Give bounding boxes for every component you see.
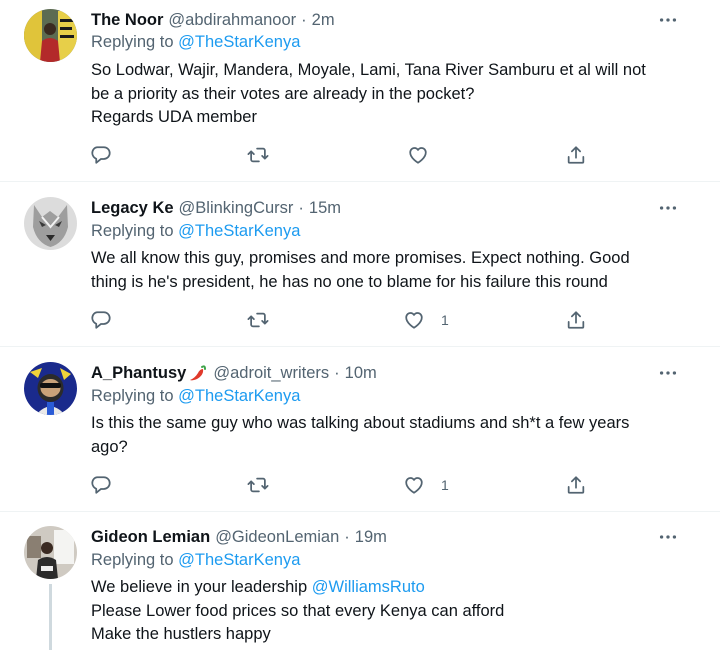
tweet-actions [90,143,590,167]
like-button[interactable] [407,143,445,167]
replying-to-label: Replying to [91,222,179,240]
user-handle[interactable]: @abdirahmanoor [168,11,296,30]
retweet-button[interactable] [247,473,269,497]
thread-connector-line [49,584,52,650]
replying-to: Replying to @TheStarKenya [91,387,300,409]
retweet-button[interactable] [247,308,269,332]
avatar[interactable] [24,9,77,62]
more-options-button[interactable] [656,362,680,384]
timestamp[interactable]: 19m [355,528,387,547]
user-handle[interactable]: @adroit_writers [213,364,329,383]
like-icon [407,144,429,166]
display-name[interactable]: A_Phantusy [91,364,186,383]
avatar[interactable] [24,526,77,579]
like-button[interactable]: 1 [403,308,449,332]
more-options-button[interactable] [656,197,680,219]
replying-to-label: Replying to [91,551,179,569]
replying-to-link[interactable]: @TheStarKenya [178,387,300,405]
like-count: 1 [441,477,449,493]
replying-to-link[interactable]: @TheStarKenya [178,222,300,240]
tweet-text-line: thing is he's president, he has no one t… [91,272,608,291]
more-horizontal-icon [657,9,679,31]
replying-to-link[interactable]: @TheStarKenya [178,33,300,51]
retweet-button[interactable] [247,143,269,167]
display-name[interactable]: The Noor [91,11,163,30]
more-options-button[interactable] [656,9,680,31]
reply-icon [90,474,112,496]
display-name[interactable]: Legacy Ke [91,199,174,218]
tweet[interactable]: Legacy Ke @BlinkingCursr · 15m Replying … [0,182,720,347]
replying-to: Replying to @TheStarKenya [91,551,300,573]
share-icon [565,309,587,331]
more-options-button[interactable] [656,526,680,548]
timestamp[interactable]: 2m [312,11,335,30]
replying-to-label: Replying to [91,33,179,51]
chili-pepper-emoji [190,365,207,381]
more-horizontal-icon [657,197,679,219]
share-icon [565,144,587,166]
tweet-actions: 1 [90,308,590,332]
tweet-text-segment: We believe in your leadership [91,578,312,596]
tweet[interactable]: Gideon Lemian @GideonLemian · 19m Replyi… [0,512,720,650]
avatar[interactable] [24,362,77,415]
reply-button[interactable] [90,143,112,167]
like-button[interactable]: 1 [403,473,449,497]
more-horizontal-icon [657,526,679,548]
tweet-text-line: We believe in your leadership @WilliamsR… [91,576,691,600]
mention-link[interactable]: @WilliamsRuto [312,578,425,596]
tweet-actions: 1 [90,473,590,497]
user-handle[interactable]: @GideonLemian [215,528,339,547]
separator-dot: · [334,363,340,382]
tweet-header: A_Phantusy @adroit_writers · 10m [91,362,377,384]
tweet-text: We all know this guy, promises and more … [91,247,691,294]
timestamp[interactable]: 15m [309,199,341,218]
tweet-text-line: Regards UDA member [91,108,257,126]
retweet-icon [247,474,269,496]
like-icon [403,309,425,331]
retweet-icon [247,144,269,166]
reply-icon [90,144,112,166]
tweet-text: So Lodwar, Wajir, Mandera, Moyale, Lami,… [91,59,691,130]
more-horizontal-icon [657,362,679,384]
replying-to: Replying to @TheStarKenya [91,33,300,55]
separator-dot: · [298,198,304,217]
tweet-header: The Noor @abdirahmanoor · 2m [91,9,335,31]
tweet[interactable]: The Noor @abdirahmanoor · 2m Replying to… [0,0,720,182]
reply-icon [90,309,112,331]
retweet-icon [247,309,269,331]
like-icon [403,474,425,496]
replying-to: Replying to @TheStarKenya [91,222,300,244]
avatar[interactable] [24,197,77,250]
replying-to-label: Replying to [91,387,179,405]
share-button[interactable] [565,308,587,332]
share-button[interactable] [565,143,587,167]
tweet-text-line: Please Lower food prices so that every K… [91,601,505,620]
timestamp[interactable]: 10m [345,364,377,383]
tweet-text-line: So Lodwar, Wajir, Mandera, Moyale, Lami,… [91,61,646,79]
tweet-text-line: We all know this guy, promises and more … [91,249,630,267]
display-name[interactable]: Gideon Lemian [91,528,210,547]
tweet-header: Gideon Lemian @GideonLemian · 19m [91,526,387,548]
like-count: 1 [441,312,449,328]
tweet-header: Legacy Ke @BlinkingCursr · 15m [91,197,341,219]
tweet-text-line: be a priority as their votes are already… [91,84,475,103]
user-handle[interactable]: @BlinkingCursr [179,199,294,218]
tweet[interactable]: A_Phantusy @adroit_writers · 10m Replyin… [0,347,720,512]
reply-button[interactable] [90,473,112,497]
tweet-text-line: Make the hustlers happy [91,625,271,643]
share-icon [565,474,587,496]
reply-button[interactable] [90,308,112,332]
separator-dot: · [301,10,307,29]
share-button[interactable] [565,473,587,497]
tweet-text-line: Is this the same guy who was talking abo… [91,414,630,432]
replying-to-link[interactable]: @TheStarKenya [178,551,300,569]
separator-dot: · [344,527,350,546]
tweet-text: We believe in your leadership @WilliamsR… [91,576,691,647]
tweet-text-line: ago? [91,437,128,456]
tweet-text: Is this the same guy who was talking abo… [91,412,691,459]
